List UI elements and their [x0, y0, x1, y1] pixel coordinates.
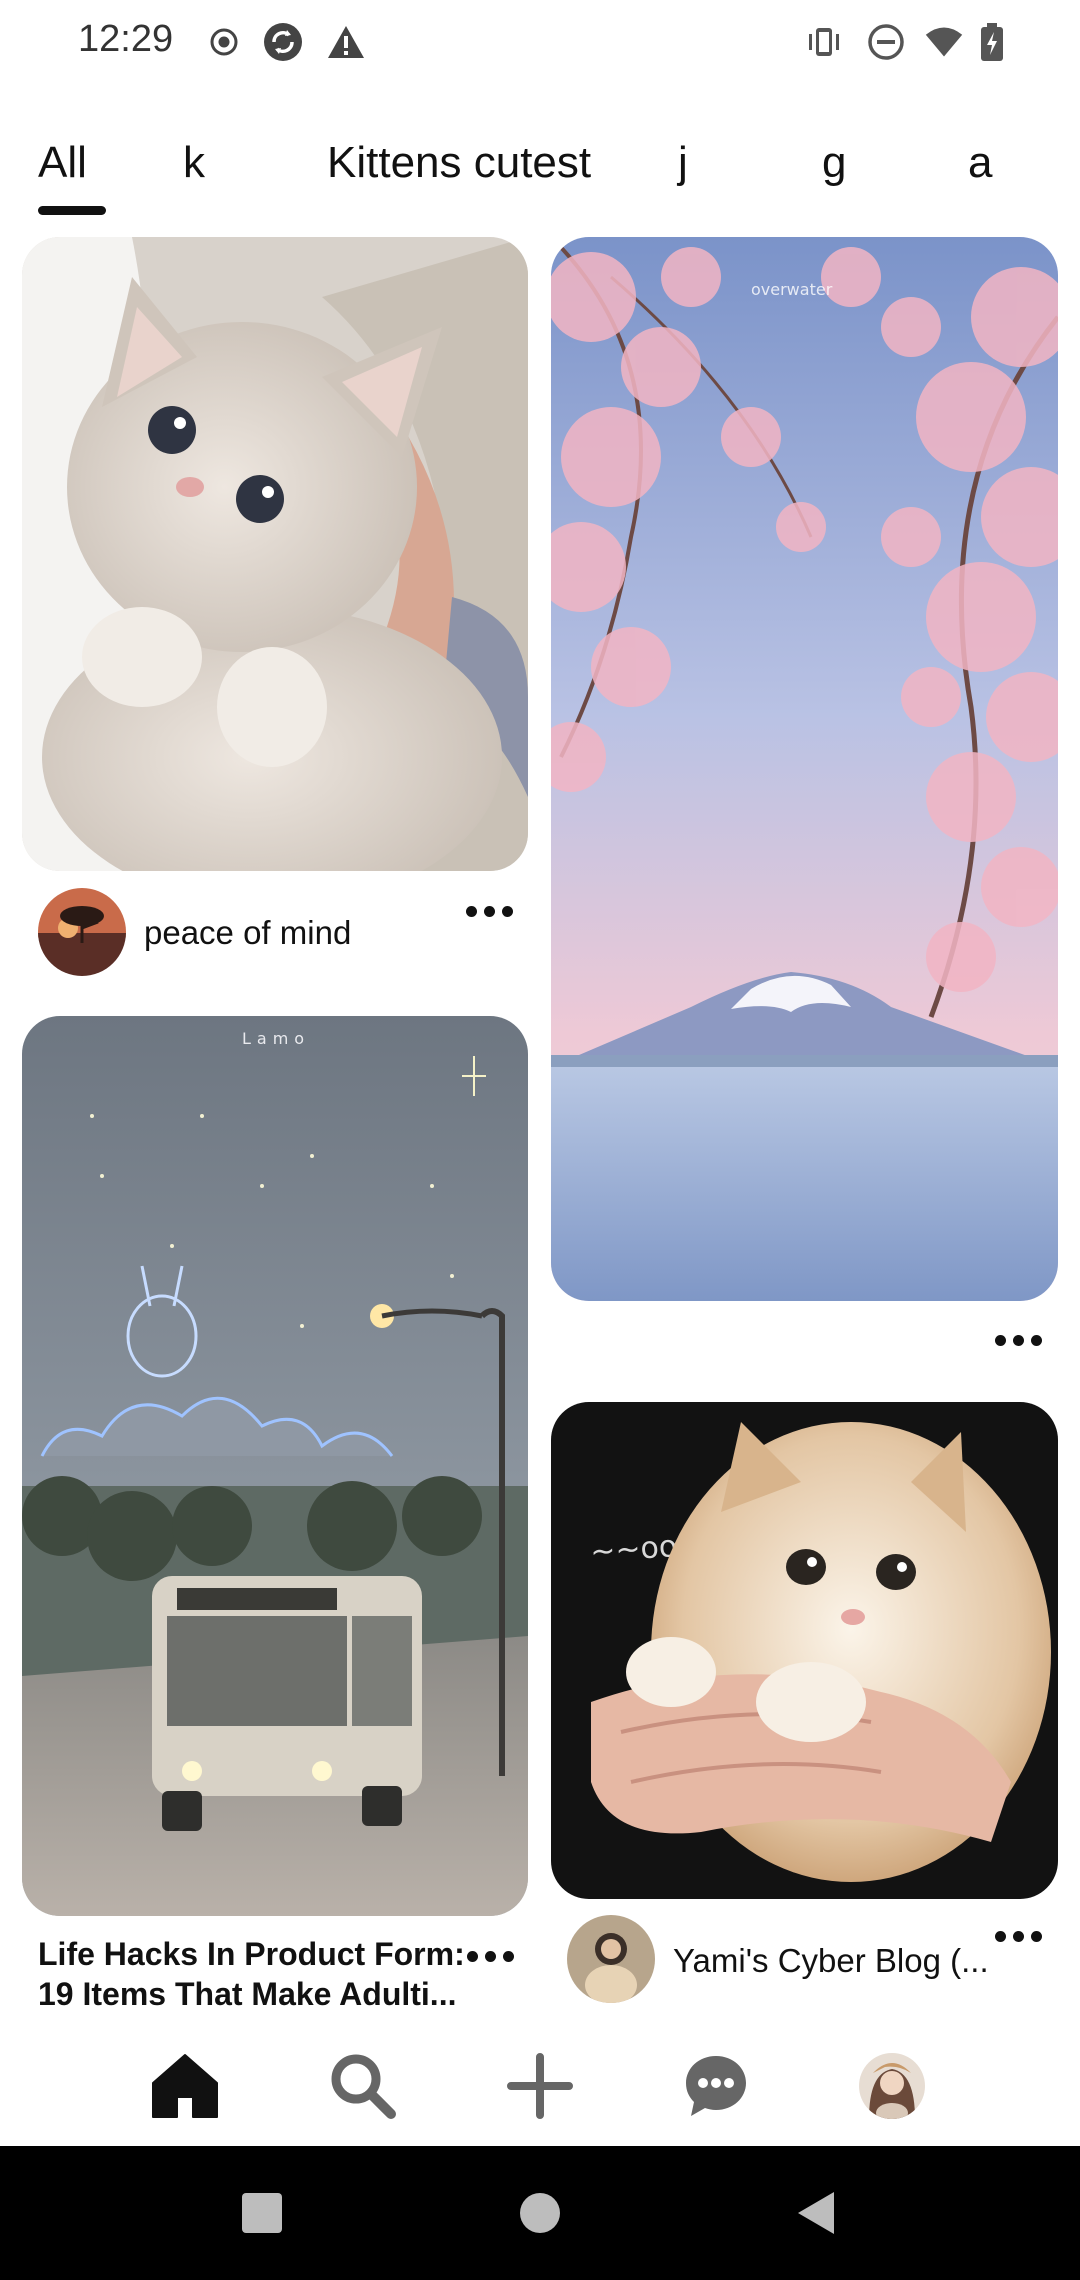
circle-icon	[520, 2193, 560, 2233]
dot-icon	[1012, 1334, 1024, 1346]
dot-icon	[1030, 1930, 1042, 1942]
vibrate-icon	[804, 22, 844, 62]
dot-icon	[501, 905, 513, 917]
chat-icon	[686, 2056, 746, 2116]
warning-icon	[326, 22, 366, 62]
pin-author-avatar[interactable]	[567, 1915, 655, 2003]
square-icon	[242, 2193, 282, 2233]
image-watermark: Lamo	[242, 1029, 310, 1048]
pin-title: Yami's Cyber Blog (...	[673, 1942, 989, 1979]
pin-more-options-button[interactable]	[991, 1330, 1045, 1350]
recent-apps-button[interactable]	[222, 2173, 302, 2253]
tab-a[interactable]: a	[968, 138, 992, 188]
home-system-button[interactable]	[500, 2173, 580, 2253]
do-not-disturb-icon	[866, 22, 906, 62]
pin-more-options-button[interactable]	[991, 1926, 1045, 1946]
status-time: 12:29	[78, 18, 174, 60]
pin-more-options-button[interactable]	[463, 1946, 517, 1966]
system-navigation-bar	[0, 2146, 1080, 2280]
pin-image-night-bus[interactable]: Lamo	[22, 1016, 528, 1916]
back-button[interactable]	[776, 2173, 856, 2253]
pin-image-fluffy-kitten[interactable]: ~~ooe	[551, 1402, 1058, 1899]
tab-k[interactable]: k	[183, 138, 205, 188]
plus-icon	[507, 2053, 573, 2119]
image-watermark: overwater	[751, 280, 833, 299]
pin-image-grey-kitten[interactable]	[22, 237, 528, 871]
pin-more-options-button[interactable]	[462, 901, 516, 921]
pin-title-line-1: Life Hacks In Product Form:	[38, 1936, 465, 1972]
search-icon	[331, 2054, 396, 2119]
tab-g[interactable]: g	[822, 138, 846, 188]
wifi-icon	[924, 22, 964, 62]
tab-j[interactable]: j	[678, 138, 688, 188]
back-triangle-icon	[798, 2192, 834, 2234]
dot-icon	[1012, 1930, 1024, 1942]
sync-icon	[263, 22, 303, 62]
nav-search-button[interactable]	[323, 2046, 403, 2126]
battery-icon	[972, 22, 1012, 62]
home-icon	[152, 2054, 218, 2118]
pin-title: peace of mind	[144, 914, 352, 951]
nav-messages-button[interactable]	[676, 2046, 756, 2126]
nav-create-button[interactable]	[500, 2046, 580, 2126]
profile-avatar	[859, 2053, 925, 2119]
pin-author-avatar[interactable]	[38, 888, 126, 976]
dot-icon	[1030, 1334, 1042, 1346]
tab-selected-indicator	[38, 206, 106, 215]
dot-icon	[465, 905, 477, 917]
dot-icon	[994, 1334, 1006, 1346]
record-icon	[204, 22, 244, 62]
tab-kittens-cutest[interactable]: Kittens cutest	[327, 138, 591, 188]
nav-profile-button[interactable]	[852, 2046, 932, 2126]
pin-image-mount-fuji[interactable]: overwater	[551, 237, 1058, 1301]
dot-icon	[502, 1950, 514, 1962]
nav-home-button[interactable]	[145, 2046, 225, 2126]
dot-icon	[484, 1950, 496, 1962]
tab-all[interactable]: All	[38, 138, 87, 188]
dot-icon	[483, 905, 495, 917]
dot-icon	[466, 1950, 478, 1962]
pin-title-line-2: 19 Items That Make Adulti...	[38, 1976, 457, 2012]
dot-icon	[994, 1930, 1006, 1942]
